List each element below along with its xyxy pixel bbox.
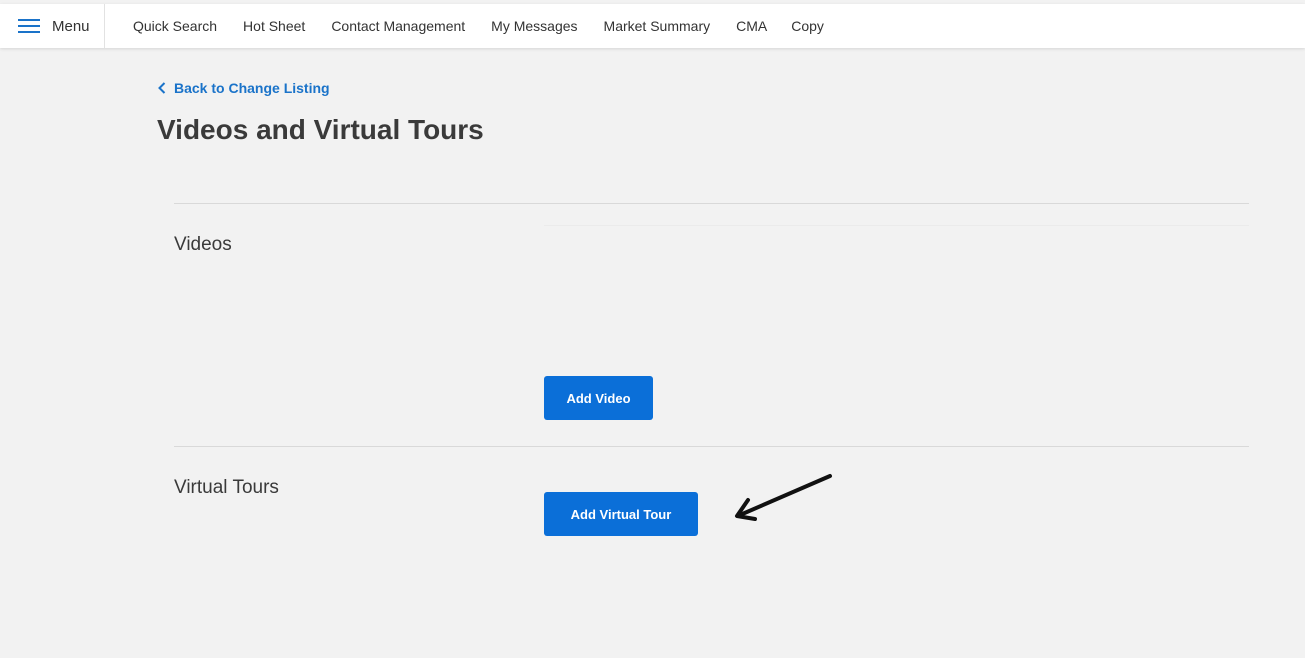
add-virtual-tour-button[interactable]: Add Virtual Tour bbox=[544, 492, 698, 536]
back-link-label: Back to Change Listing bbox=[174, 80, 330, 96]
page-title: Videos and Virtual Tours bbox=[157, 114, 484, 145]
videos-section-label: Videos bbox=[174, 234, 232, 255]
top-navigation-bar: Menu Quick Search Hot Sheet Contact Mana… bbox=[0, 4, 1305, 48]
add-video-button[interactable]: Add Video bbox=[544, 376, 653, 420]
nav-quick-search[interactable]: Quick Search bbox=[133, 18, 217, 34]
nav-contact-management[interactable]: Contact Management bbox=[331, 18, 465, 34]
nav-hot-sheet[interactable]: Hot Sheet bbox=[243, 18, 305, 34]
nav-cma[interactable]: CMA bbox=[736, 18, 767, 34]
menu-button[interactable]: Menu bbox=[0, 4, 105, 48]
videos-panel-border bbox=[544, 225, 1249, 226]
menu-label: Menu bbox=[52, 17, 90, 35]
section-divider bbox=[174, 203, 1249, 204]
back-to-change-listing-link[interactable]: Back to Change Listing bbox=[158, 80, 330, 96]
nav-copy[interactable]: Copy bbox=[791, 18, 824, 34]
chevron-left-icon bbox=[158, 82, 166, 94]
section-divider bbox=[174, 446, 1249, 447]
hamburger-icon bbox=[18, 19, 40, 33]
main-nav: Quick Search Hot Sheet Contact Managemen… bbox=[133, 18, 850, 34]
nav-my-messages[interactable]: My Messages bbox=[491, 18, 577, 34]
nav-market-summary[interactable]: Market Summary bbox=[604, 18, 711, 34]
virtual-tours-section-label: Virtual Tours bbox=[174, 477, 279, 498]
arrow-annotation bbox=[735, 474, 832, 521]
